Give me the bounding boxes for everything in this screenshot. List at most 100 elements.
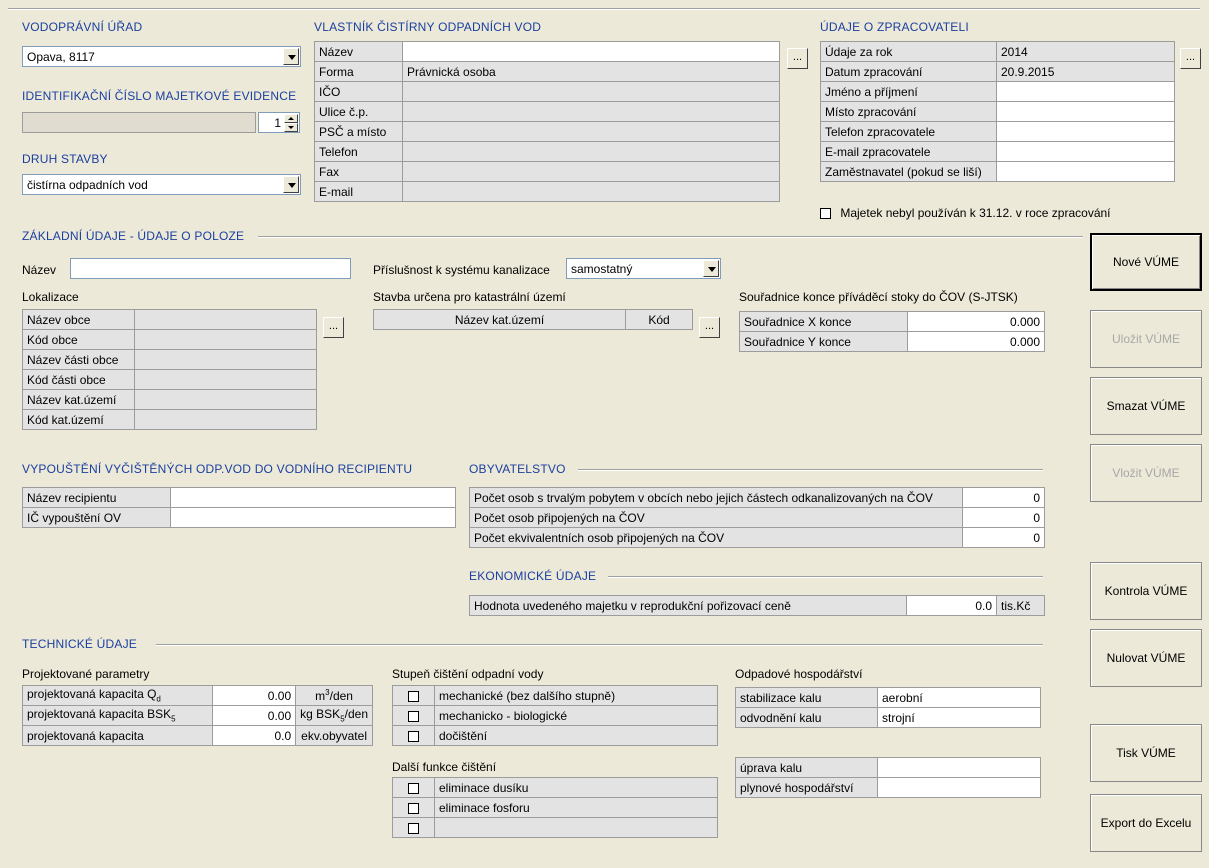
tisk-vume-button[interactable]: Tisk VÚME [1090,724,1202,782]
row-value[interactable]: 0.00 [211,685,297,706]
chevron-down-icon[interactable] [283,48,299,65]
chevron-down-icon[interactable] [703,260,719,277]
prislusnost-select[interactable]: samostatný [566,258,721,279]
column-header: Název kat.území [373,309,626,330]
row-value[interactable] [996,101,1175,122]
stavba-browse-button[interactable]: ... [699,317,720,338]
dalsi-checkbox[interactable] [408,782,419,794]
row-value[interactable] [402,141,780,162]
table-row: Počet osob s trvalým pobytem v obcích ne… [469,487,1045,508]
row-label: plynové hospodářství [735,777,878,798]
stupen-checkbox[interactable] [408,690,419,702]
table-row: Počet ekvivalentních osob připojených na… [469,527,1045,548]
row-value[interactable]: 20.9.2015 [996,61,1175,82]
row-value[interactable]: strojní [877,707,1041,728]
prislusnost-value: samostatný [571,262,633,276]
row-value[interactable] [402,121,780,142]
row-label: Název recipientu [22,487,171,508]
row-label: odvodnění kalu [735,707,878,728]
vlastnik-browse-button[interactable]: ... [787,48,808,69]
zpracovatel-browse-button[interactable]: ... [1180,48,1201,69]
stupen-checkbox[interactable] [408,730,419,742]
row-value[interactable] [877,757,1041,778]
table-row: dočištění [392,725,718,746]
row-label: Souřadnice X konce [739,311,908,332]
row-label: Místo zpracování [820,101,997,122]
smazat-vume-button[interactable]: Smazat VÚME [1090,377,1202,435]
row-value[interactable] [402,181,780,202]
table-row: E-mail zpracovatele [820,141,1175,162]
row-value[interactable] [996,141,1175,162]
lokalizace-browse-button[interactable]: ... [323,317,344,338]
majetek-checkbox-row[interactable]: Majetek nebyl používán k 31.12. v roce z… [820,206,1111,220]
row-label: Telefon [314,141,403,162]
identifikacni-spinner[interactable]: 1 [258,112,300,133]
row-value[interactable]: aerobní [877,687,1041,708]
row-value[interactable]: 0 [962,507,1045,528]
row-value [134,329,317,350]
row-value [134,369,317,390]
row-value[interactable]: 0.00 [211,705,297,726]
row-value[interactable] [170,487,456,508]
table-row: eliminace fosforu [392,797,718,818]
row-value[interactable]: 0.000 [907,311,1045,332]
table-row: Kód části obce [22,369,317,390]
druh-select[interactable]: čistírna odpadních vod [22,174,301,195]
row-value[interactable] [402,41,780,62]
vodopravni-title: VODOPRÁVNÍ ÚŘAD [22,20,143,34]
lokalizace-label: Lokalizace [22,290,79,304]
chevron-down-icon[interactable] [283,176,299,193]
row-value[interactable]: Právnická osoba [402,61,780,82]
row-value[interactable] [877,777,1041,798]
dalsi-checkbox[interactable] [408,822,419,834]
row-value[interactable]: 0.000 [907,331,1045,352]
table-row: E-mail [314,181,780,202]
row-value[interactable]: 2014 [996,41,1175,62]
export-excel-button[interactable]: Export do Excelu [1090,794,1202,852]
nulovat-vume-button[interactable]: Nulovat VÚME [1090,629,1202,687]
row-value[interactable] [402,161,780,182]
stupen-checkbox[interactable] [408,710,419,722]
majetek-checkbox-label: Majetek nebyl používán k 31.12. v roce z… [840,206,1111,220]
odpadove-table: stabilizace kalu aerobní odvodnění kalu st… [735,687,1041,728]
table-row: Telefon [314,141,780,162]
dalsi-checkbox[interactable] [408,802,419,814]
table-row: mechanicko - biologické [392,705,718,726]
table-row: stabilizace kalu aerobní [735,687,1041,708]
majetek-checkbox[interactable] [820,208,831,220]
souradnice-table: Souřadnice X konce 0.000 Souřadnice Y kon… [739,311,1045,352]
row-value[interactable]: 0.0 [906,595,997,616]
zpracovatel-title: ÚDAJE O ZPRACOVATELI [820,20,969,34]
spin-up-icon[interactable] [284,114,298,123]
vodopravni-select[interactable]: Opava, 8117 [22,46,301,67]
row-value[interactable] [402,101,780,122]
vlozit-vume-button[interactable]: Vložit VÚME [1090,444,1202,502]
row-value[interactable] [996,81,1175,102]
spin-down-icon[interactable] [284,123,298,132]
row-value[interactable] [996,121,1175,142]
stavba-table: Název kat.území Kód [373,309,693,330]
table-row: Souřadnice X konce 0.000 [739,311,1045,332]
row-label: Kód obce [22,329,135,350]
row-value [134,349,317,370]
row-value[interactable]: 0.0 [211,725,297,746]
row-unit: m3/den [295,685,373,706]
row-value [134,309,317,330]
table-row [392,817,718,838]
prislusnost-label: Příslušnost k systému kanalizace [373,263,550,277]
row-value[interactable]: 0 [962,527,1045,548]
table-row: Ulice č.p. [314,101,780,122]
row-label: E-mail zpracovatele [820,141,997,162]
kontrola-vume-button[interactable]: Kontrola VÚME [1090,562,1202,620]
table-row: projektovaná kapacita BSK5 0.00 kg BSK5/… [22,705,373,726]
row-value[interactable] [170,507,456,528]
dalsi-label: Další funkce čištění [392,760,497,774]
row-value[interactable] [402,81,780,102]
row-value[interactable]: 0 [962,487,1045,508]
ulozit-vume-button[interactable]: Uložit VÚME [1090,310,1202,368]
nazev-input[interactable] [70,258,351,279]
row-label: Údaje za rok [820,41,997,62]
row-value [134,409,317,430]
row-value[interactable] [996,161,1175,182]
nove-vume-button[interactable]: Nové VÚME [1090,233,1202,291]
